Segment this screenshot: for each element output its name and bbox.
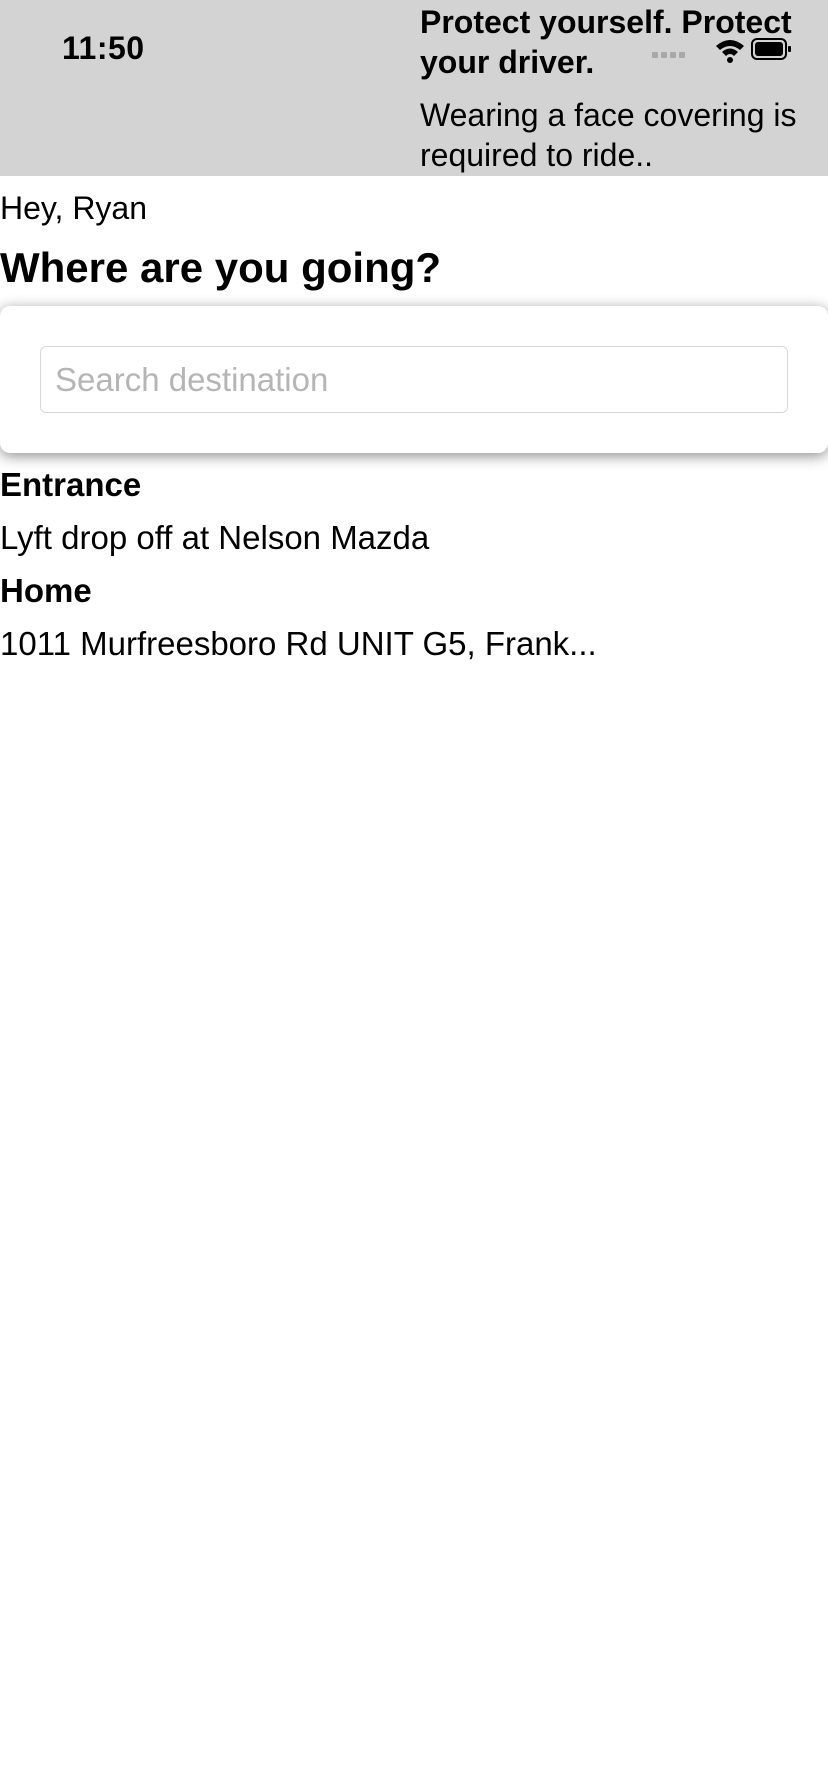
place-label: Home: [0, 572, 92, 609]
saved-place-entrance[interactable]: Entrance Lyft drop off at Nelson Mazda: [0, 462, 828, 561]
face-covering-banner[interactable]: 11:50 Protect yourself. Protect your dri…: [0, 0, 828, 176]
saved-place-home[interactable]: Home 1011 Murfreesboro Rd UNIT G5, Frank…: [0, 568, 828, 667]
place-address: 1011 Murfreesboro Rd UNIT G5, Frank...: [0, 625, 597, 662]
banner-message: Wearing a face covering is required to r…: [420, 97, 797, 173]
greeting-text: Hey, Ryan: [0, 190, 148, 226]
wifi-icon: [716, 40, 744, 63]
battery-icon: [751, 38, 791, 60]
place-label: Entrance: [0, 466, 142, 503]
status-icons: [652, 38, 791, 63]
signal-icon: [652, 52, 685, 58]
search-destination-input[interactable]: [40, 346, 788, 413]
status-time: 11:50: [62, 30, 145, 66]
page-title: Where are you going?: [0, 244, 442, 291]
search-card: [0, 306, 828, 453]
place-address: Lyft drop off at Nelson Mazda: [0, 519, 430, 556]
